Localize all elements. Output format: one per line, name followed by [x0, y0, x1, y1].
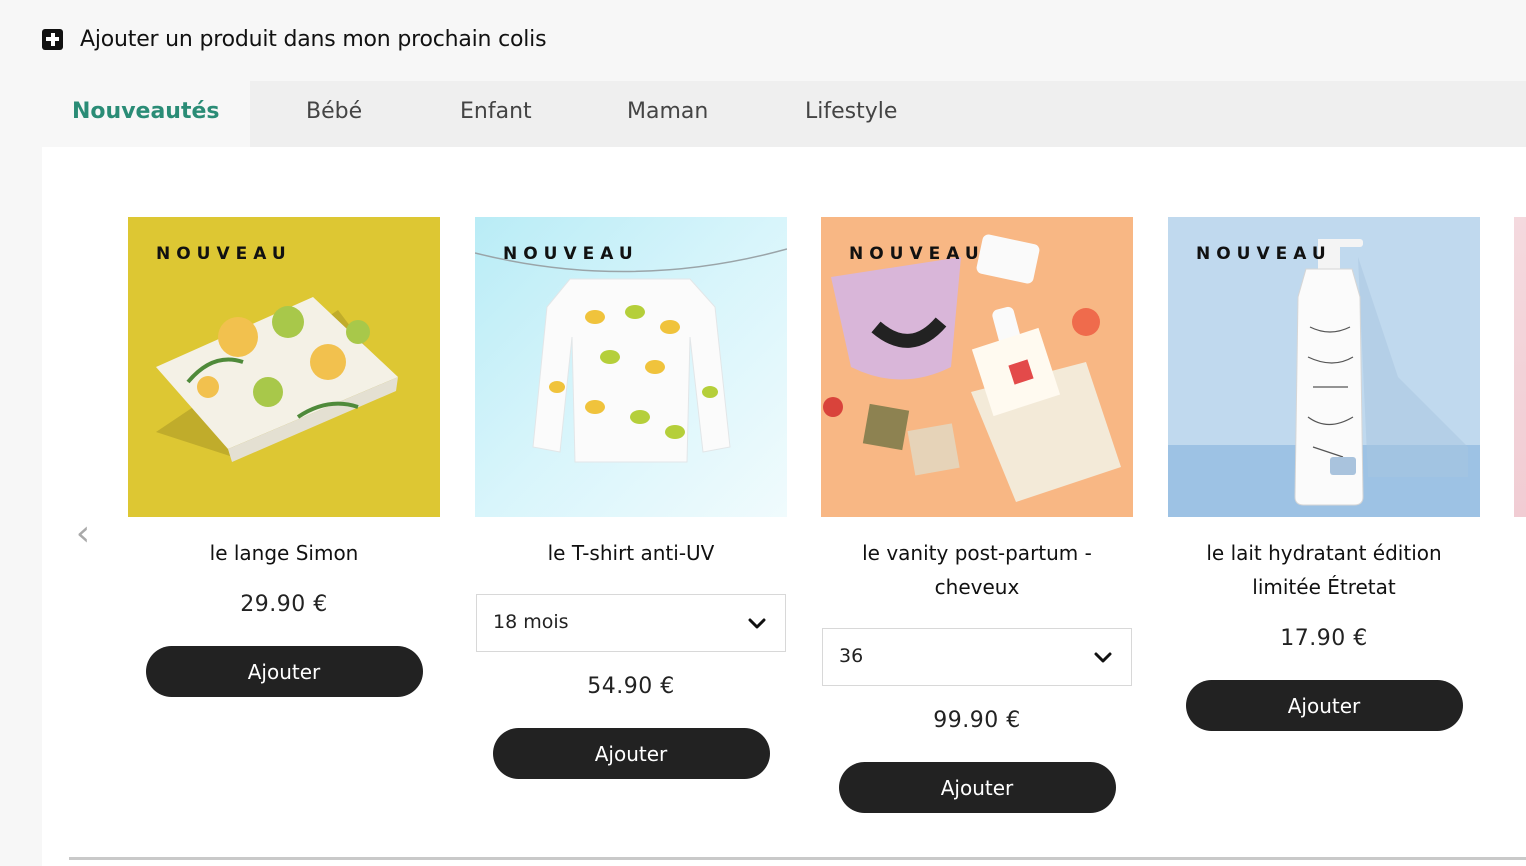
product-card: NOUVEAU le lange Simon 29.90 € Ajouter: [128, 217, 440, 697]
size-select[interactable]: 18 mois: [476, 594, 786, 652]
add-button[interactable]: Ajouter: [838, 762, 1116, 813]
product-name[interactable]: le lait hydratant édition limitée Étreta…: [1168, 536, 1480, 604]
new-badge: NOUVEAU: [503, 244, 639, 264]
new-badge: NOUVEAU: [156, 244, 292, 264]
product-image[interactable]: NOUVEAU: [475, 217, 787, 517]
chevron-left-icon[interactable]: ‹: [70, 512, 96, 556]
product-name[interactable]: le lange Simon: [128, 536, 440, 570]
size-select-value: 18 mois: [493, 611, 569, 633]
product-name[interactable]: le vanity post-partum - cheveux: [821, 536, 1133, 604]
plus-square-icon[interactable]: [42, 28, 63, 50]
add-button[interactable]: Ajouter: [492, 728, 770, 779]
product-name[interactable]: le T-shirt anti-UV: [475, 536, 787, 570]
tab-bebe[interactable]: Bébé: [306, 81, 362, 147]
new-badge: NOUVEAU: [849, 244, 985, 264]
add-button[interactable]: Ajouter: [145, 646, 423, 697]
product-price: 54.90 €: [587, 674, 675, 699]
size-select-value: 36: [839, 645, 864, 667]
category-tabs: Nouveautés Bébé Enfant Maman Lifestyle: [42, 81, 1526, 147]
new-badge: NOUVEAU: [1196, 244, 1332, 264]
header-title: Ajouter un produit dans mon prochain col…: [80, 26, 547, 52]
product-card: NOUVEAU le vanity post-partum - cheveux …: [821, 217, 1133, 813]
product-card: NOUVEAU le T-shirt anti-UV 18 mois 54.90…: [475, 217, 787, 779]
add-product-header[interactable]: Ajouter un produit dans mon prochain col…: [42, 24, 547, 54]
product-price: 29.90 €: [240, 592, 328, 617]
tab-lifestyle[interactable]: Lifestyle: [805, 81, 897, 147]
tab-enfant[interactable]: Enfant: [460, 81, 532, 147]
tab-maman[interactable]: Maman: [627, 81, 708, 147]
chevron-down-icon: [1094, 652, 1112, 663]
product-image[interactable]: NOUVEAU: [128, 217, 440, 517]
product-price: 99.90 €: [933, 708, 1021, 733]
product-card: NOUVEAU le lait hydratant édition limité…: [1168, 217, 1480, 731]
add-button[interactable]: Ajouter: [1185, 680, 1463, 731]
chevron-down-icon: [748, 618, 766, 629]
tab-nouveautes[interactable]: Nouveautés: [42, 81, 250, 147]
divider: [69, 857, 1526, 860]
size-select[interactable]: 36: [822, 628, 1132, 686]
product-image[interactable]: NOUVEAU: [821, 217, 1133, 517]
product-price: 17.90 €: [1280, 626, 1368, 651]
product-image[interactable]: NOUVEAU: [1168, 217, 1480, 517]
next-product-peek[interactable]: [1514, 217, 1526, 517]
